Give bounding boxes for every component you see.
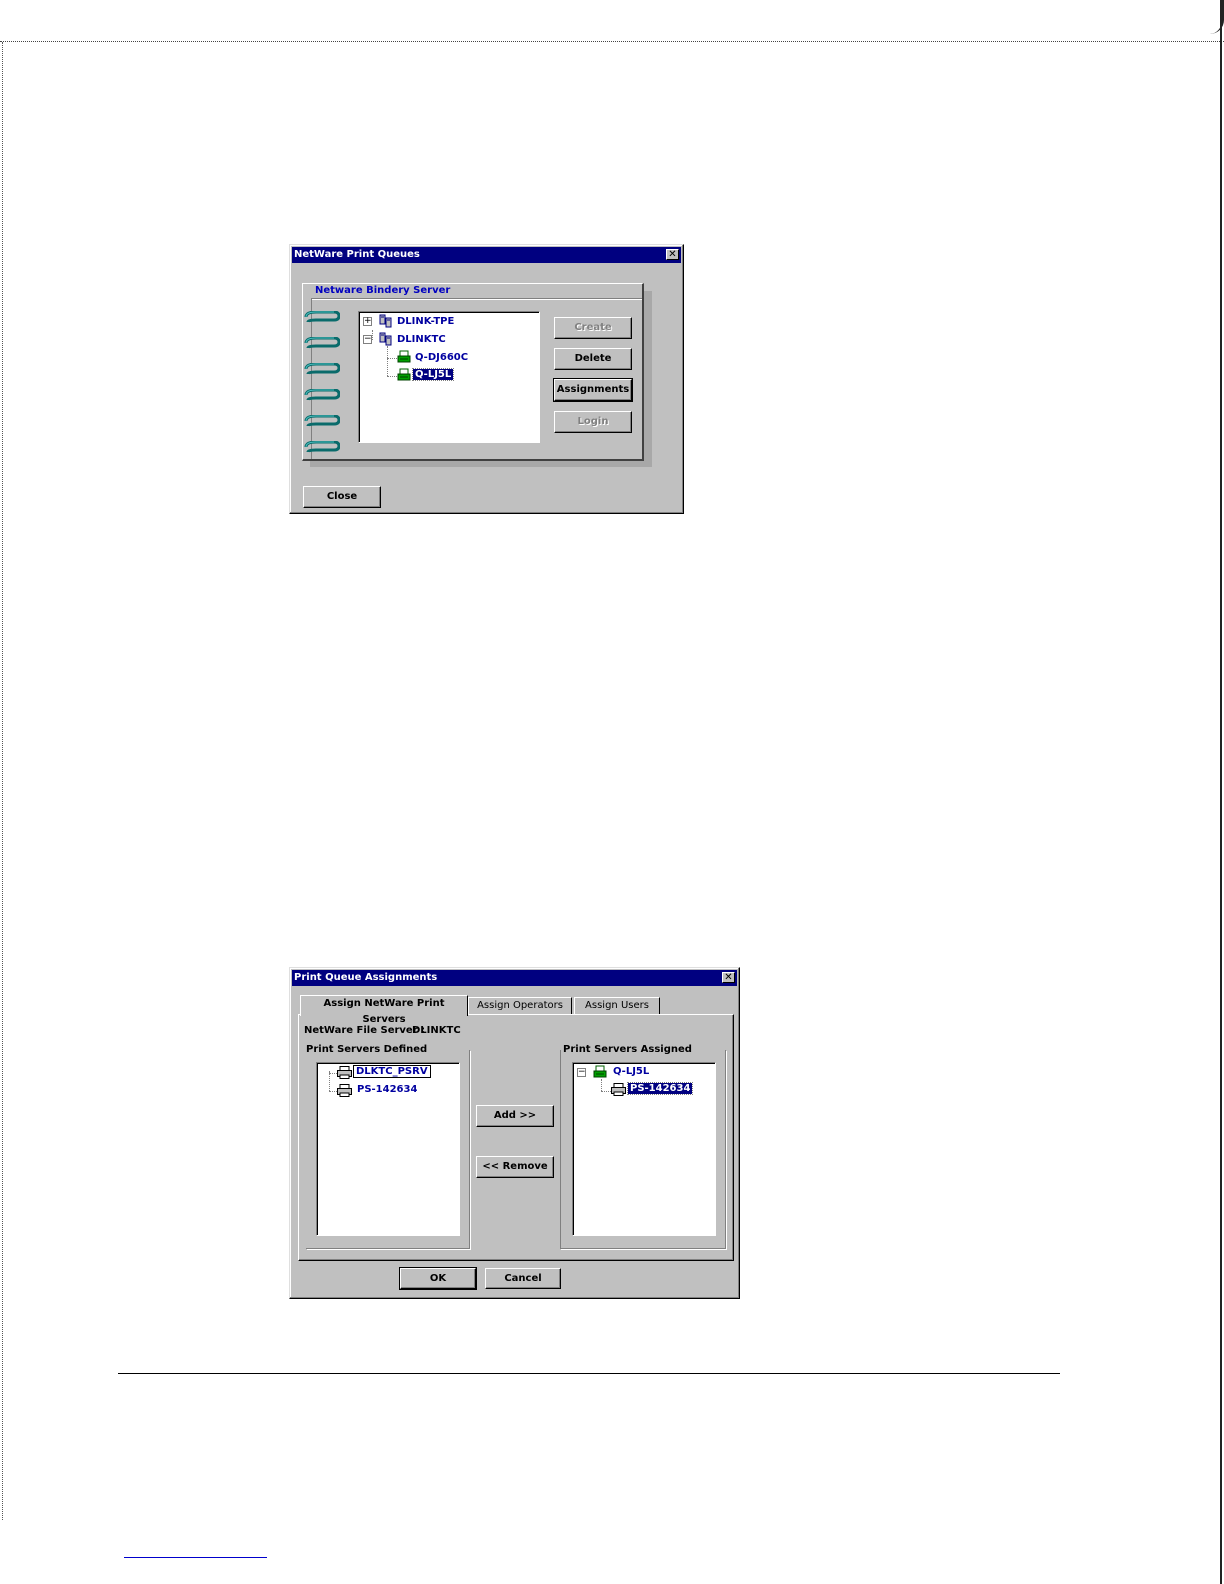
close-button[interactable]: Close — [303, 486, 381, 508]
server-tree-view[interactable]: + DLINK-TPE − DLINKTC Q-DJ660C Q-LJ5L — [358, 311, 540, 443]
ok-button[interactable]: OK — [399, 1267, 477, 1290]
print-servers-defined-list[interactable]: DLKTC_PSRV PS-142634 — [316, 1062, 460, 1236]
tab-assign-users[interactable]: Assign Users — [574, 997, 660, 1015]
spiral-ring-icon — [304, 363, 340, 375]
printer-icon — [337, 1066, 352, 1079]
close-icon[interactable]: ✕ — [666, 249, 679, 260]
footer-rule — [118, 1373, 1060, 1374]
assigned-item-ps-142634[interactable]: PS-142634 — [626, 1082, 694, 1095]
tab-assign-netware-print-servers[interactable]: Assign NetWare Print Servers — [300, 995, 468, 1025]
print-queue-icon — [397, 368, 411, 381]
collapse-icon[interactable]: − — [363, 335, 372, 344]
print-servers-assigned-list[interactable]: − Q-LJ5L PS-142634 — [572, 1062, 716, 1236]
assignments-button[interactable]: Assignments — [553, 378, 633, 402]
tree-connector — [387, 376, 397, 377]
collapse-icon[interactable]: − — [577, 1068, 586, 1077]
print-queue-icon — [397, 350, 411, 363]
dialog-titlebar: Print Queue Assignments ✕ — [292, 970, 737, 986]
login-button[interactable]: Login — [554, 411, 632, 433]
page-left-rule — [2, 42, 3, 1520]
tree-connector — [601, 1091, 611, 1092]
page-top-rule — [0, 41, 1224, 42]
panel-title: Netware Bindery Server — [315, 285, 451, 296]
footer-link-underline — [124, 1557, 267, 1558]
printer-icon — [611, 1083, 626, 1096]
spiral-ring-icon — [304, 441, 340, 453]
tree-connector — [601, 1079, 602, 1091]
dialog-title: Print Queue Assignments — [294, 972, 438, 983]
netware-print-queues-dialog: NetWare Print Queues ✕ Netware Bindery S… — [289, 244, 684, 514]
defined-item-ps-142634[interactable]: PS-142634 — [357, 1084, 417, 1095]
print-queue-assignments-dialog: Print Queue Assignments ✕ Assign NetWare… — [289, 967, 740, 1299]
remove-button[interactable]: << Remove — [476, 1156, 554, 1178]
file-server-value: DLINKTC — [412, 1025, 461, 1036]
server-icon — [379, 332, 392, 346]
tree-connector — [387, 346, 388, 376]
spiral-ring-icon — [304, 389, 340, 401]
expand-icon[interactable]: + — [363, 317, 372, 326]
tree-connector — [329, 1071, 330, 1091]
tree-item-dlink-tpe[interactable]: DLINK-TPE — [397, 316, 454, 327]
tree-item-q-dj660c[interactable]: Q-DJ660C — [415, 352, 468, 363]
create-button[interactable]: Create — [554, 317, 632, 339]
tree-connector — [387, 358, 397, 359]
delete-button[interactable]: Delete — [554, 348, 632, 370]
tree-item-q-lj5l[interactable]: Q-LJ5L — [411, 368, 455, 381]
server-icon — [379, 314, 392, 328]
print-queue-icon — [593, 1065, 607, 1078]
assigned-queue-q-lj5l[interactable]: Q-LJ5L — [613, 1066, 649, 1077]
dialog-titlebar: NetWare Print Queues ✕ — [292, 247, 681, 263]
dialog-title: NetWare Print Queues — [294, 249, 420, 260]
spiral-ring-icon — [304, 337, 340, 349]
tab-assign-operators[interactable]: Assign Operators — [468, 997, 572, 1015]
close-icon[interactable]: ✕ — [722, 972, 735, 983]
defined-item-dlktc-psrv[interactable]: DLKTC_PSRV — [353, 1065, 431, 1078]
tree-item-dlinktc[interactable]: DLINKTC — [397, 334, 446, 345]
panel-title-bar: Netware Bindery Server — [311, 284, 642, 299]
add-button[interactable]: Add >> — [476, 1105, 554, 1127]
tree-connector — [372, 330, 373, 340]
cancel-button[interactable]: Cancel — [485, 1268, 561, 1289]
spiral-ring-icon — [304, 415, 340, 427]
page-right-rule — [1220, 0, 1222, 1584]
printer-icon — [337, 1084, 352, 1097]
spiral-ring-icon — [304, 311, 340, 323]
